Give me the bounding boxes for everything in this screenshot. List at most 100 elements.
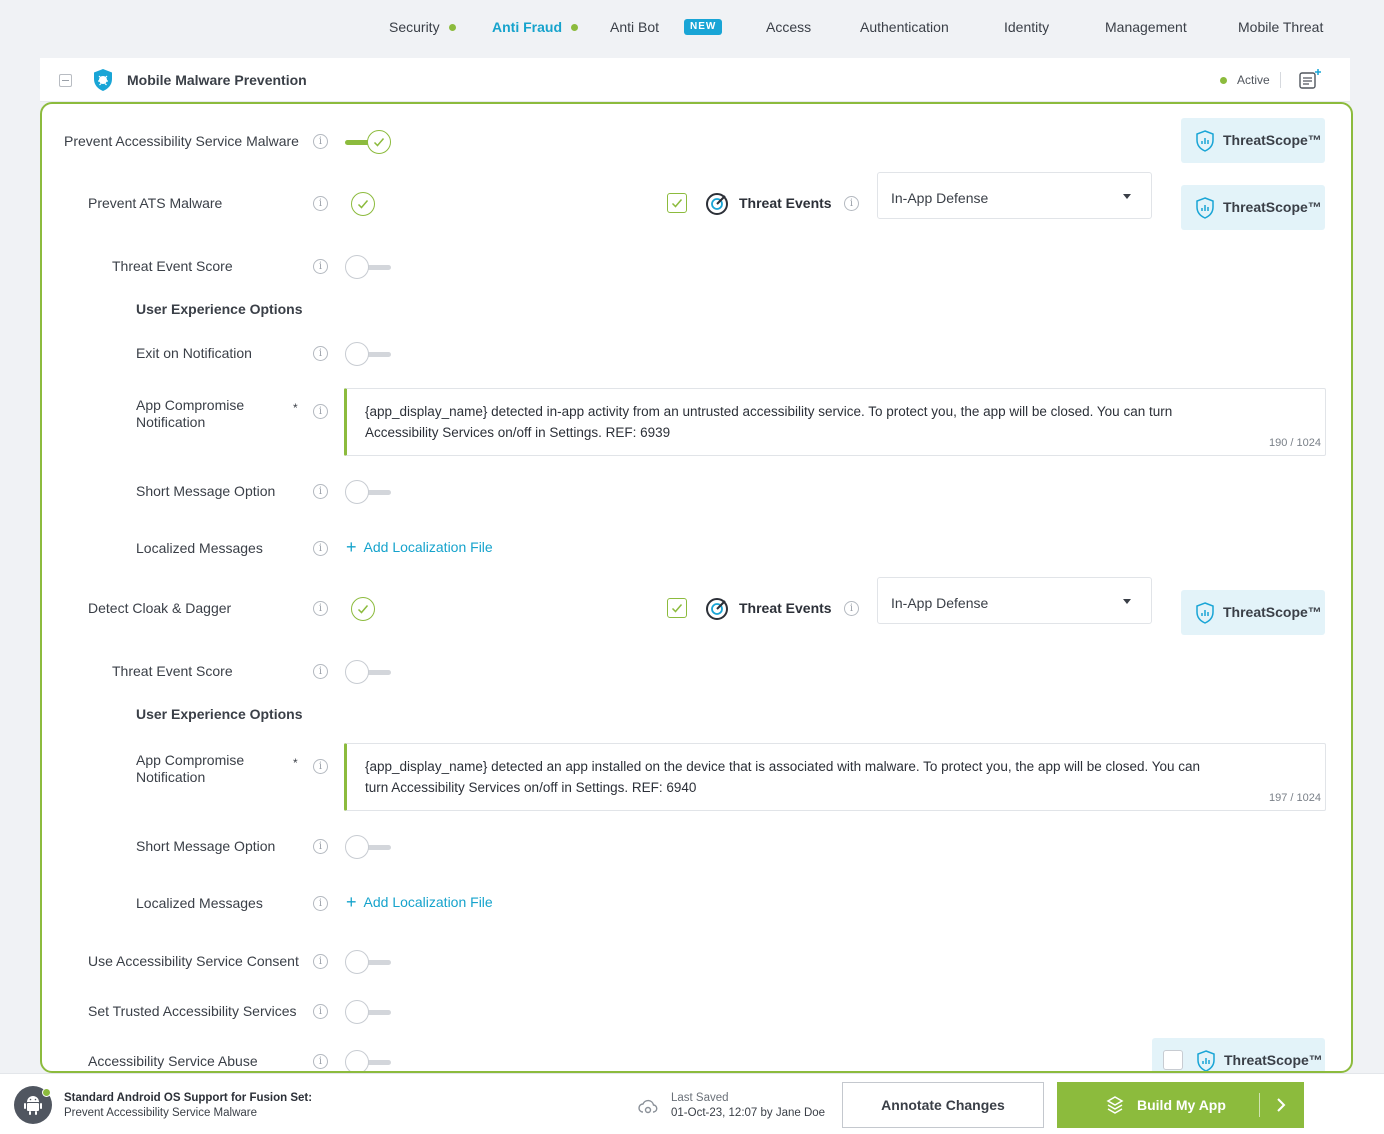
threat-events-checkbox[interactable] <box>667 598 687 618</box>
setting-label: Localized Messages <box>136 895 263 911</box>
add-localization-file-link[interactable]: + Add Localization File <box>346 537 493 557</box>
status-label: Active <box>1237 73 1270 87</box>
threatscope-button[interactable]: ThreatScope™ <box>1152 1038 1325 1071</box>
info-icon[interactable]: i <box>313 601 328 616</box>
threat-event-score-toggle[interactable] <box>345 255 391 279</box>
threatscope-checkbox[interactable] <box>1163 1050 1183 1070</box>
setting-label: Short Message Option <box>136 483 276 499</box>
tab-label: Identity <box>1004 19 1050 35</box>
setting-label: Threat Event Score <box>112 663 233 679</box>
setting-label: Exit on Notification <box>136 345 252 361</box>
tab-label: Security <box>389 19 440 35</box>
info-icon[interactable]: i <box>313 541 328 556</box>
tab-authentication[interactable]: Authentication <box>860 19 949 35</box>
info-icon[interactable]: i <box>313 196 328 211</box>
prevent-accessibility-toggle[interactable] <box>345 130 391 154</box>
tab-mobile-threat[interactable]: Mobile Threat <box>1238 19 1323 35</box>
setting-label: Detect Cloak & Dagger <box>88 600 232 616</box>
annotate-changes-button[interactable]: Annotate Changes <box>842 1082 1044 1128</box>
info-icon[interactable]: i <box>313 664 328 679</box>
info-icon[interactable]: i <box>313 134 328 149</box>
info-icon[interactable]: i <box>313 1054 328 1069</box>
last-saved-value: 01-Oct-23, 12:07 by Jane Doe <box>671 1107 826 1119</box>
shield-bug-icon <box>94 69 112 91</box>
setting-label: Localized Messages <box>136 540 263 556</box>
tab-label: Authentication <box>860 19 949 35</box>
setting-label: App Compromise Notification <box>136 752 245 785</box>
ats-defense-select[interactable]: In-App Defense <box>877 172 1152 219</box>
status-dot <box>42 1088 51 1097</box>
info-icon[interactable]: i <box>313 404 328 419</box>
message-text: {app_display_name} detected in-app activ… <box>365 404 1173 440</box>
tab-status-dot <box>448 23 456 31</box>
build-my-app-button[interactable]: Build My App <box>1057 1082 1304 1128</box>
tab-anti-fraud[interactable]: Anti Fraud <box>492 19 578 35</box>
tab-label: Anti Bot <box>610 19 660 35</box>
top-nav-tabs: Security Anti Fraud Anti Bot NEW Access … <box>0 0 1384 56</box>
setting-row-detect-cloak-dagger: Detect Cloak & Dagger i Threat Events i … <box>42 577 1351 635</box>
short-message-toggle[interactable] <box>345 835 391 859</box>
plus-icon: + <box>346 892 357 912</box>
threatscope-button[interactable]: ThreatScope™ <box>1181 118 1325 163</box>
setting-label: Threat Event Score <box>112 258 233 274</box>
compromise-message-textarea[interactable]: {app_display_name} detected in-app activ… <box>344 388 1326 456</box>
add-localization-file-link[interactable]: + Add Localization File <box>346 892 493 912</box>
setting-row-short-message-option: Short Message Option i <box>42 832 1351 862</box>
footer-subtitle: Prevent Accessibility Service Malware <box>64 1107 258 1119</box>
tab-management[interactable]: Management <box>1105 19 1187 35</box>
panel-title: Mobile Malware Prevention <box>127 72 307 88</box>
info-icon[interactable]: i <box>313 1004 328 1019</box>
char-counter: 197 / 1024 <box>1269 792 1321 804</box>
toggle-knob <box>345 835 369 859</box>
char-counter: 190 / 1024 <box>1269 437 1321 449</box>
tab-security[interactable]: Security <box>389 19 456 35</box>
tab-identity[interactable]: Identity <box>1004 19 1049 35</box>
tab-label: Management <box>1105 19 1187 35</box>
info-icon[interactable]: i <box>313 954 328 969</box>
chevron-right-icon[interactable] <box>1275 1097 1287 1113</box>
info-icon[interactable]: i <box>844 196 859 211</box>
toggle-knob <box>345 1000 369 1024</box>
threatscope-label: ThreatScope™ <box>1223 132 1322 148</box>
footer-title: Standard Android OS Support for Fusion S… <box>64 1092 313 1104</box>
setting-label: Short Message Option <box>136 838 276 854</box>
tab-anti-bot[interactable]: Anti Bot NEW <box>610 19 723 35</box>
short-message-toggle[interactable] <box>345 480 391 504</box>
info-icon[interactable]: i <box>844 601 859 616</box>
info-icon[interactable]: i <box>313 346 328 361</box>
info-icon[interactable]: i <box>313 759 328 774</box>
threat-radar-icon <box>706 598 728 620</box>
collapse-toggle[interactable] <box>59 74 72 87</box>
threatscope-button[interactable]: ThreatScope™ <box>1181 590 1325 635</box>
setting-row-threat-event-score: Threat Event Score i <box>42 657 1351 687</box>
check-icon <box>357 605 369 614</box>
plus-icon: + <box>346 537 357 557</box>
use-consent-toggle[interactable] <box>345 950 391 974</box>
threat-events-checkbox[interactable] <box>667 193 687 213</box>
tab-access[interactable]: Access <box>766 19 811 35</box>
add-note-icon[interactable] <box>1298 68 1322 90</box>
setting-row-prevent-ats: Prevent ATS Malware i Threat Events i In… <box>42 172 1351 230</box>
cloak-defense-select[interactable]: In-App Defense <box>877 577 1152 624</box>
info-icon[interactable]: i <box>313 839 328 854</box>
compromise-message-textarea[interactable]: {app_display_name} detected an app insta… <box>344 743 1326 811</box>
setting-row-short-message-option: Short Message Option i <box>42 477 1351 507</box>
service-abuse-toggle[interactable] <box>345 1050 391 1071</box>
info-icon[interactable]: i <box>313 896 328 911</box>
threatscope-label: ThreatScope™ <box>1223 604 1322 620</box>
detect-cloak-check[interactable] <box>351 597 375 621</box>
threat-events-label: Threat Events <box>739 195 832 211</box>
exit-on-notification-toggle[interactable] <box>345 342 391 366</box>
required-marker: * <box>293 756 298 770</box>
threat-event-score-toggle[interactable] <box>345 660 391 684</box>
prevent-ats-check[interactable] <box>351 192 375 216</box>
settings-content: Prevent Accessibility Service Malware i … <box>40 102 1353 1073</box>
setting-label: Prevent ATS Malware <box>88 195 223 211</box>
setting-row-use-consent: Use Accessibility Service Consent i <box>42 947 1351 977</box>
threatscope-button[interactable]: ThreatScope™ <box>1181 185 1325 230</box>
info-icon[interactable]: i <box>313 484 328 499</box>
setting-row-prevent-accessibility: Prevent Accessibility Service Malware i … <box>42 118 1351 163</box>
info-icon[interactable]: i <box>313 259 328 274</box>
set-trusted-toggle[interactable] <box>345 1000 391 1024</box>
section-heading: User Experience Options <box>136 301 303 317</box>
